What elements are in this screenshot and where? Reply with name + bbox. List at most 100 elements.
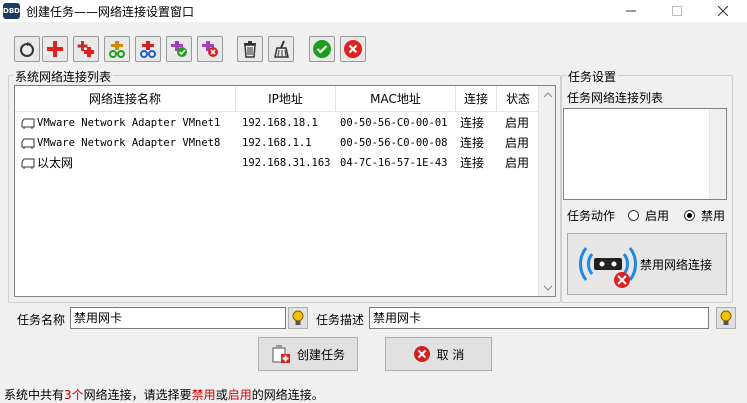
trash-icon — [244, 41, 256, 58]
app-icon: DBD — [3, 3, 20, 19]
radio-enable-dot[interactable] — [628, 210, 639, 221]
radio-enable[interactable]: 启用 — [628, 207, 669, 224]
table-rows: VMware Network Adapter VMnet1 192.168.18… — [15, 113, 539, 173]
connection-status: 启用 — [505, 116, 530, 130]
network-card-icon — [21, 118, 35, 129]
status-text-3: 的网络连接。 — [251, 388, 324, 402]
cancel-button[interactable]: 取 消 — [385, 337, 492, 371]
table-scrollbar[interactable] — [538, 86, 555, 296]
cancel-circle-icon — [344, 40, 362, 58]
column-header-mac[interactable]: MAC地址 — [336, 86, 456, 112]
window-title: 创建任务——网络连接设置窗口 — [26, 5, 195, 19]
task-name-input[interactable]: 禁用网卡 — [70, 307, 286, 329]
scroll-up-button[interactable] — [539, 86, 556, 103]
task-connection-list[interactable] — [563, 108, 727, 200]
connections-group-title: 系统网络连接列表 — [13, 68, 114, 85]
table-row[interactable]: VMware Network Adapter VMnet1 192.168.18… — [15, 113, 539, 133]
network-add-icon — [109, 41, 125, 58]
clear-button[interactable] — [268, 36, 294, 62]
connection-ip: 192.168.18.1 — [242, 117, 318, 129]
add-multi-icon — [77, 41, 94, 57]
status-disable: 禁用 — [191, 388, 216, 402]
connection-mac: 04-7C-16-57-1E-43 — [340, 157, 448, 169]
task-desc-input[interactable]: 禁用网卡 — [369, 307, 709, 329]
check-circle-icon — [313, 40, 331, 58]
connection-connected: 连接 — [460, 156, 485, 170]
task-desc-label: 任务描述 — [316, 313, 365, 327]
status-bar: 系统中共有3个网络连接，请选择要禁用或启用的网络连接。 — [4, 386, 324, 403]
connection-connected: 连接 — [460, 116, 485, 130]
minimize-icon — [626, 10, 636, 12]
cancel-toolbar-button[interactable] — [340, 36, 366, 62]
refresh-icon — [20, 42, 34, 57]
connection-ip: 192.168.1.1 — [242, 137, 312, 149]
add-multiple-button[interactable] — [73, 36, 99, 62]
connections-table: 网络连接名称 IP地址 MAC地址 连接 状态 VMware Network A… — [14, 85, 556, 297]
task-name-hint-button[interactable] — [288, 307, 308, 329]
network-card-icon — [21, 158, 35, 169]
task-name-label: 任务名称 — [17, 313, 66, 327]
create-task-label: 创建任务 — [296, 347, 345, 362]
column-header-connected[interactable]: 连接 — [456, 86, 497, 112]
connection-mac: 00-50-56-C0-00-08 — [340, 137, 448, 149]
status-text-1: 系统中共有 — [4, 388, 65, 402]
status-or: 或 — [215, 388, 228, 402]
lightbulb-icon — [720, 310, 732, 325]
cancel-label: 取 消 — [436, 347, 465, 362]
task-settings-title: 任务设置 — [566, 68, 619, 85]
connection-name: 以太网 — [37, 156, 74, 170]
delete-button[interactable] — [237, 36, 263, 62]
network-remove-icon — [202, 41, 218, 57]
connection-connected: 连接 — [460, 136, 485, 150]
table-header: 网络连接名称 IP地址 MAC地址 连接 状态 — [15, 86, 539, 112]
column-header-ip[interactable]: IP地址 — [236, 86, 336, 112]
connection-mac: 00-50-56-C0-00-01 — [340, 117, 448, 129]
connection-name: VMware Network Adapter VMnet1 — [37, 117, 221, 129]
table-row[interactable]: 以太网 192.168.31.163 04-7C-16-57-1E-43 连接 … — [15, 153, 539, 173]
connection-status: 启用 — [505, 136, 530, 150]
add-icon — [47, 41, 63, 57]
create-task-icon — [272, 345, 290, 363]
cancel-icon — [413, 346, 430, 362]
remove-connection-button[interactable] — [197, 36, 223, 62]
lightbulb-icon — [292, 310, 304, 325]
task-action-label: 任务动作 — [567, 209, 616, 223]
close-icon — [718, 6, 728, 16]
column-header-name[interactable]: 网络连接名称 — [15, 86, 236, 112]
radio-enable-label: 启用 — [645, 209, 670, 223]
confirm-button[interactable] — [309, 36, 335, 62]
radio-disable[interactable]: 禁用 — [684, 207, 725, 224]
connection-status: 启用 — [505, 156, 530, 170]
status-text-2: 网络连接，请选择要 — [83, 388, 192, 402]
network-add-alt-icon — [140, 41, 156, 58]
column-header-status[interactable]: 状态 — [497, 86, 539, 112]
create-task-button[interactable]: 创建任务 — [258, 337, 358, 371]
network-card-icon — [21, 138, 35, 149]
disable-connection-button[interactable]: 禁用网络连接 — [567, 233, 727, 295]
network-ok-icon — [171, 41, 187, 57]
maximize-button[interactable] — [657, 0, 697, 22]
disable-network-icon — [579, 247, 637, 288]
title-bar: DBD 创建任务——网络连接设置窗口 — [0, 0, 747, 22]
task-desc-hint-button[interactable] — [716, 307, 736, 329]
connection-ip: 192.168.31.163 — [242, 157, 331, 169]
scroll-down-button[interactable] — [539, 279, 556, 296]
maximize-icon — [672, 6, 682, 16]
refresh-button[interactable] — [14, 36, 40, 62]
radio-disable-label: 禁用 — [701, 209, 726, 223]
status-enable: 启用 — [227, 388, 252, 402]
add-connection-alt-button[interactable] — [135, 36, 161, 62]
add-button[interactable] — [42, 36, 68, 62]
radio-disable-dot[interactable] — [684, 210, 695, 221]
chevron-up-icon — [543, 91, 552, 97]
table-row[interactable]: VMware Network Adapter VMnet8 192.168.1.… — [15, 133, 539, 153]
app-icon-text: DBD — [3, 7, 20, 15]
task-list-label: 任务网络连接列表 — [567, 91, 664, 105]
confirm-connection-button[interactable] — [166, 36, 192, 62]
close-button[interactable] — [703, 0, 743, 22]
status-count: 3个 — [64, 388, 84, 402]
add-connection-button[interactable] — [104, 36, 130, 62]
chevron-down-icon — [543, 285, 552, 291]
task-list-scrollbar[interactable] — [709, 109, 726, 199]
minimize-button[interactable] — [611, 0, 651, 22]
